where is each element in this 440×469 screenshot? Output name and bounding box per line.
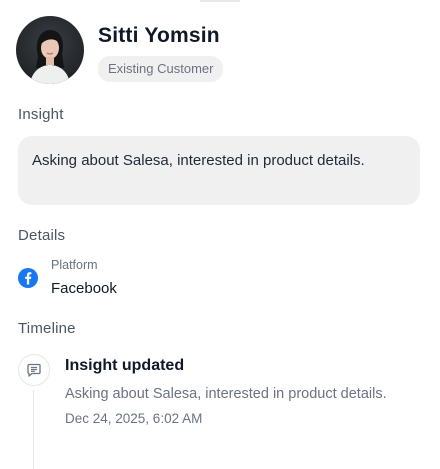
details-section-title: Details <box>18 227 66 244</box>
platform-value: Facebook <box>51 280 117 297</box>
timeline-section-title: Timeline <box>18 320 76 337</box>
facebook-icon <box>18 268 38 288</box>
platform-detail: Platform Facebook <box>18 258 117 299</box>
timeline-entry-description: Asking about Salesa, interested in produ… <box>65 386 387 402</box>
timeline-entry-title: Insight updated <box>65 357 185 374</box>
platform-label: Platform <box>51 258 98 272</box>
message-icon <box>18 354 50 386</box>
timeline-entry: Insight updated Asking about Salesa, int… <box>65 356 425 428</box>
timeline-connector <box>33 390 34 469</box>
insight-text: Asking about Salesa, interested in produ… <box>32 152 365 169</box>
insight-card: Asking about Salesa, interested in produ… <box>18 136 420 205</box>
avatar <box>16 16 84 84</box>
top-handle <box>200 0 240 2</box>
profile-header: Sitti Yomsin Existing Customer <box>16 16 224 84</box>
insight-section-title: Insight <box>18 106 64 123</box>
customer-name: Sitti Yomsin <box>98 24 220 47</box>
customer-status-badge: Existing Customer <box>98 56 224 82</box>
timeline-list: Insight updated Asking about Salesa, int… <box>18 354 438 469</box>
timeline-entry-timestamp: Dec 24, 2025, 6:02 AM <box>65 411 203 426</box>
